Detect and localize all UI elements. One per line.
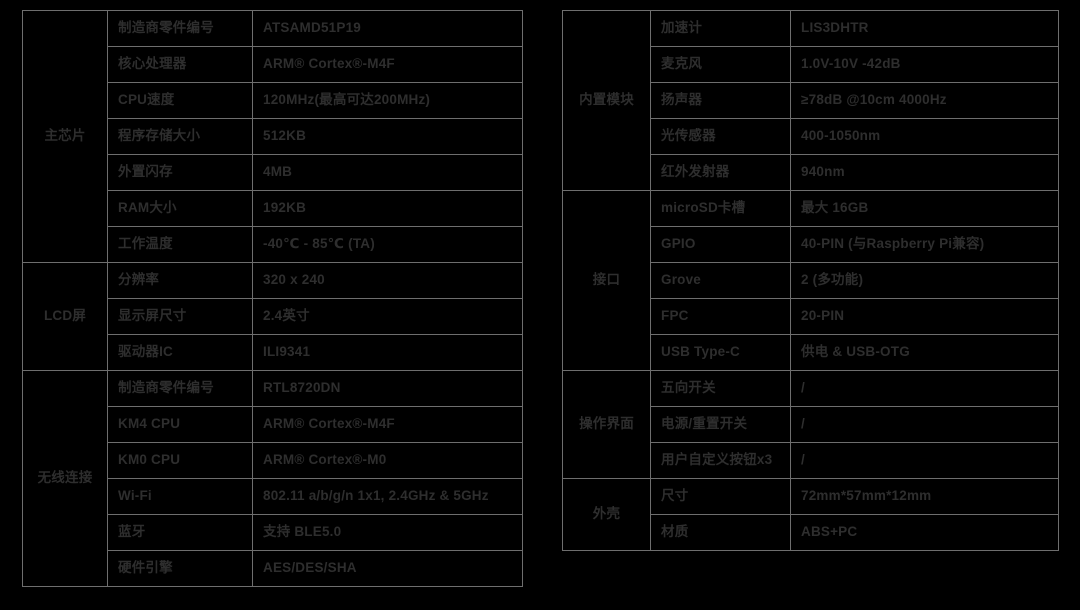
spec-value-cell: / <box>790 442 1059 479</box>
spec-value-cell: AES/DES/SHA <box>252 550 523 587</box>
table-row: 无线连接 制造商零件编号 RTL8720DN <box>22 370 523 587</box>
spec-name-cell: 尺寸 <box>650 478 791 515</box>
spec-name-cell: 工作温度 <box>107 226 253 263</box>
spec-name-cell: KM4 CPU <box>107 406 253 443</box>
spec-value-cell: 2.4英寸 <box>252 298 523 335</box>
spec-name-cell: 蓝牙 <box>107 514 253 551</box>
spec-value-cell: ≥78dB @10cm 4000Hz <box>790 82 1059 119</box>
spec-table-right-body: 内置模块 加速计 LIS3DHTR 麦克风 1.0V-10V -42dB 扬声器 ≥78dB… <box>562 10 1059 551</box>
spec-name-cell: 制造商零件编号 <box>107 370 253 407</box>
spec-value-cell: 最大 16GB <box>790 190 1059 227</box>
spec-value-cell: 支持 BLE5.0 <box>252 514 523 551</box>
spec-name-cell: Grove <box>650 262 791 299</box>
spec-name-cell: CPU速度 <box>107 82 253 119</box>
table-row: 接口 microSD卡槽 最大 16GB <box>562 190 1059 371</box>
spec-name-cell: 核心处理器 <box>107 46 253 83</box>
spec-name-cell: 光传感器 <box>650 118 791 155</box>
spec-name-cell: Wi-Fi <box>107 478 253 515</box>
spec-name-cell: 材质 <box>650 514 791 551</box>
spec-value-cell: LIS3DHTR <box>790 10 1059 47</box>
spec-value-cell: 4MB <box>252 154 523 191</box>
table-row: 主芯片 制造商零件编号 ATSAMD51P19 <box>22 10 523 263</box>
spec-value-cell: 512KB <box>252 118 523 155</box>
spec-name-cell: microSD卡槽 <box>650 190 791 227</box>
spec-value-cell: ILI9341 <box>252 334 523 371</box>
spec-group-label: 主芯片 <box>22 10 108 263</box>
spec-name-cell: 分辨率 <box>107 262 253 299</box>
spec-table-left-body: 主芯片 制造商零件编号 ATSAMD51P19 核心处理器 ARM® Cortex®-M… <box>22 10 523 587</box>
spec-value-cell: ARM® Cortex®-M4F <box>252 406 523 443</box>
spec-value-cell: 2 (多功能) <box>790 262 1059 299</box>
spec-value-cell: 192KB <box>252 190 523 227</box>
spec-value-cell: 802.11 a/b/g/n 1x1, 2.4GHz & 5GHz <box>252 478 523 515</box>
spec-name-cell: 电源/重置开关 <box>650 406 791 443</box>
table-row: 内置模块 加速计 LIS3DHTR <box>562 10 1059 191</box>
spec-value-cell: -40℃ - 85℃ (TA) <box>252 226 523 263</box>
spec-name-cell: 外置闪存 <box>107 154 253 191</box>
spec-group-label: 外壳 <box>562 478 651 551</box>
spec-name-cell: 五向开关 <box>650 370 791 407</box>
spec-value-cell: / <box>790 406 1059 443</box>
spec-value-cell: ABS+PC <box>790 514 1059 551</box>
spec-name-cell: 制造商零件编号 <box>107 10 253 47</box>
spec-value-cell: RTL8720DN <box>252 370 523 407</box>
spec-name-cell: 用户自定义按钮x3 <box>650 442 791 479</box>
spec-value-cell: 40-PIN (与Raspberry Pi兼容) <box>790 226 1059 263</box>
spec-group-label: LCD屏 <box>22 262 108 371</box>
spec-name-cell: KM0 CPU <box>107 442 253 479</box>
spec-name-cell: FPC <box>650 298 791 335</box>
spec-value-cell: 20-PIN <box>790 298 1059 335</box>
spec-name-cell: RAM大小 <box>107 190 253 227</box>
spec-name-cell: 麦克风 <box>650 46 791 83</box>
spec-name-cell: 扬声器 <box>650 82 791 119</box>
spec-value-cell: 72mm*57mm*12mm <box>790 478 1059 515</box>
spec-name-cell: USB Type-C <box>650 334 791 371</box>
spec-name-cell: 驱动器IC <box>107 334 253 371</box>
spec-group-label: 接口 <box>562 190 651 371</box>
spec-value-cell: 120MHz(最高可达200MHz) <box>252 82 523 119</box>
spec-name-cell: 显示屏尺寸 <box>107 298 253 335</box>
spec-name-cell: 硬件引擎 <box>107 550 253 587</box>
spec-group-label: 无线连接 <box>22 370 108 587</box>
spec-value-cell: 供电 & USB-OTG <box>790 334 1059 371</box>
spec-value-cell: 940nm <box>790 154 1059 191</box>
spec-name-cell: 红外发射器 <box>650 154 791 191</box>
spec-table-right: 内置模块 加速计 LIS3DHTR 麦克风 1.0V-10V -42dB 扬声器 ≥78dB… <box>562 10 1059 551</box>
spec-name-cell: 程序存储大小 <box>107 118 253 155</box>
spec-group-label: 操作界面 <box>562 370 651 479</box>
spec-value-cell: 1.0V-10V -42dB <box>790 46 1059 83</box>
spec-group-label: 内置模块 <box>562 10 651 191</box>
table-row: 操作界面 五向开关 / <box>562 370 1059 479</box>
table-row: LCD屏 分辨率 320 x 240 <box>22 262 523 371</box>
spec-value-cell: ATSAMD51P19 <box>252 10 523 47</box>
spec-value-cell: 320 x 240 <box>252 262 523 299</box>
spec-value-cell: ARM® Cortex®-M4F <box>252 46 523 83</box>
table-row: 外壳 尺寸 72mm*57mm*12mm <box>562 478 1059 551</box>
spec-value-cell: 400-1050nm <box>790 118 1059 155</box>
spec-value-cell: ARM® Cortex®-M0 <box>252 442 523 479</box>
spec-name-cell: GPIO <box>650 226 791 263</box>
spec-table-left: 主芯片 制造商零件编号 ATSAMD51P19 核心处理器 ARM® Cortex®-M… <box>22 10 523 587</box>
spec-sheet-root: 主芯片 制造商零件编号 ATSAMD51P19 核心处理器 ARM® Cortex®-M… <box>0 0 1080 610</box>
spec-value-cell: / <box>790 370 1059 407</box>
spec-name-cell: 加速计 <box>650 10 791 47</box>
